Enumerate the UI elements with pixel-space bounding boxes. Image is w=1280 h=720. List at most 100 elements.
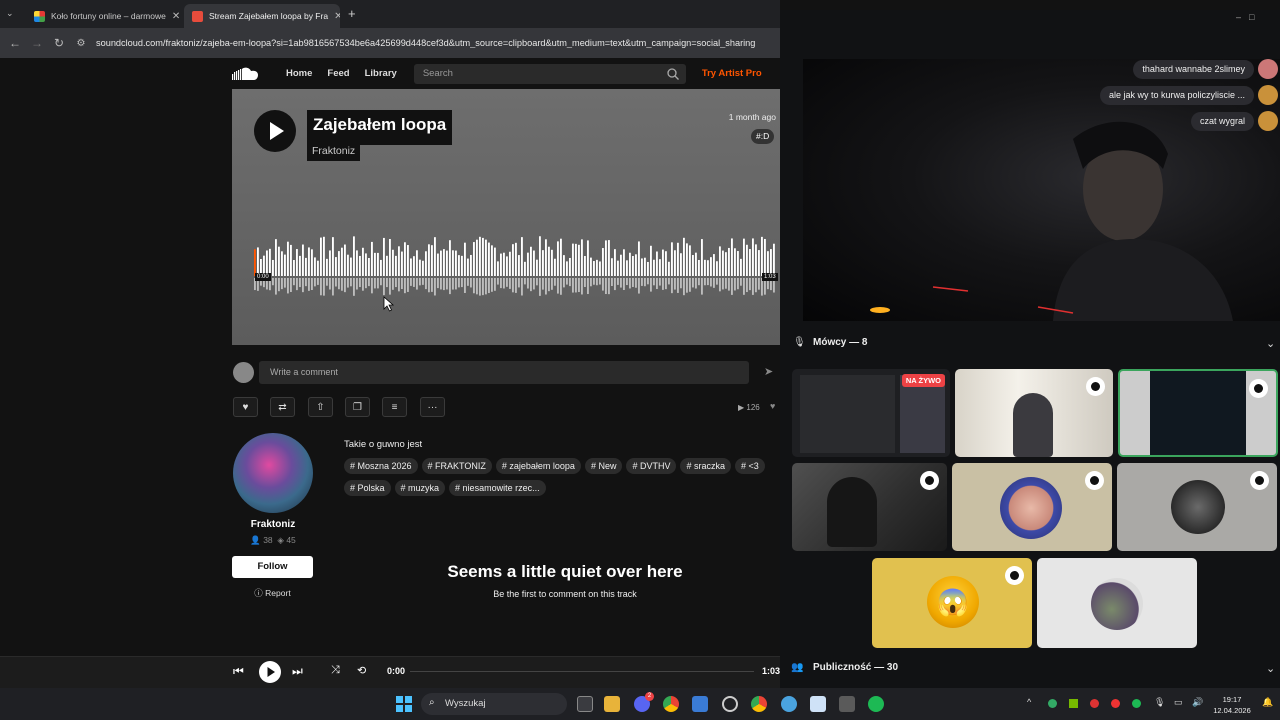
track-artist[interactable]: Fraktoniz (307, 143, 361, 161)
waveform-bar (350, 257, 352, 276)
tag-chip[interactable]: # DVTHV (626, 458, 677, 474)
tray-app-icon[interactable] (1048, 699, 1057, 708)
taskbar-search-input[interactable]: Wyszukaj (421, 693, 567, 715)
hero-tag[interactable]: #:D (751, 129, 775, 144)
waveform-bar (404, 242, 406, 276)
chevron-down-icon[interactable]: ⌄ (1266, 337, 1275, 350)
player-progress-bar[interactable] (410, 671, 754, 672)
network-icon[interactable]: ▭ (1174, 697, 1183, 708)
search-icon[interactable] (667, 67, 679, 80)
comment-input[interactable]: Write a comment (259, 361, 749, 384)
tag-chip[interactable]: # Polska (344, 480, 391, 496)
window-controls[interactable]: –□ (1236, 12, 1262, 22)
back-icon[interactable]: ← (4, 36, 26, 50)
clock[interactable]: 19:17 12.04.2026 (1207, 694, 1257, 716)
reload-icon[interactable]: ↻ (48, 36, 70, 50)
repost-button[interactable]: ⇄ (270, 397, 295, 417)
speaker-tile[interactable] (1117, 463, 1277, 551)
tab-list-chevron-icon[interactable]: ⌄ (6, 8, 14, 19)
artist-avatar[interactable] (233, 433, 313, 513)
waveform-bar (464, 242, 466, 276)
waveform-bar (725, 252, 727, 276)
calculator-icon[interactable] (839, 696, 855, 712)
waveform-bar (557, 241, 559, 276)
more-button[interactable]: ··· (420, 397, 445, 417)
speaker-tile[interactable] (1037, 558, 1197, 648)
nvidia-icon[interactable] (1069, 699, 1078, 708)
microphone-tray-icon[interactable]: 🎙 (1154, 697, 1165, 708)
previous-icon[interactable]: ⏮ (233, 664, 244, 679)
waveform-bar (392, 249, 394, 276)
new-tab-icon[interactable]: + (348, 6, 356, 21)
shuffle-icon[interactable]: ⤨ (331, 664, 340, 677)
site-info-icon[interactable]: ⚙ (70, 38, 92, 49)
tray-overflow-icon[interactable]: ^ (1027, 697, 1031, 707)
next-icon[interactable]: ⏭ (292, 664, 303, 679)
waveform-reflection-bar (494, 278, 496, 291)
tag-chip[interactable]: # <3 (735, 458, 765, 474)
share-button[interactable]: ⇧ (308, 397, 333, 417)
tag-chip[interactable]: # FRAKTONIZ (421, 458, 492, 474)
repeat-icon[interactable]: ⟲ (357, 664, 366, 677)
speaker-tile[interactable] (792, 463, 947, 551)
artist-name[interactable]: Fraktoniz (233, 519, 313, 530)
tag-chip[interactable]: # sraczka (680, 458, 731, 474)
tag-chip[interactable]: # New (584, 458, 623, 474)
add-to-playlist-button[interactable]: ≡ (382, 397, 407, 417)
start-windows-icon[interactable] (396, 696, 412, 712)
speaker-tile[interactable]: 😱 (872, 558, 1032, 648)
chrome-icon[interactable] (751, 696, 767, 712)
chevron-down-icon[interactable]: ⌄ (1266, 662, 1275, 675)
waveform-bar (305, 257, 307, 276)
task-view-icon[interactable] (577, 696, 593, 712)
speaker-tile[interactable] (955, 369, 1113, 457)
waveform-reflection-bar (410, 278, 412, 286)
close-tab-icon[interactable]: ✕ (166, 11, 180, 22)
tab-kolo-fortuny[interactable]: Koło fortuny online – darmowe ✕ (26, 4, 180, 28)
forward-icon[interactable]: → (26, 36, 48, 50)
tray-app-icon[interactable] (1111, 699, 1120, 708)
steam-icon[interactable] (722, 696, 738, 712)
nav-feed[interactable]: Feed (327, 68, 349, 79)
tab-soundcloud[interactable]: Stream Zajebałem loopa by Fra ✕ (184, 4, 340, 28)
waveform-bar (713, 254, 715, 276)
soundcloud-logo-icon[interactable] (232, 67, 264, 81)
spotify-tray-icon[interactable] (1132, 699, 1141, 708)
nav-home[interactable]: Home (286, 68, 312, 79)
play-button[interactable] (254, 110, 296, 152)
search-input[interactable]: Search (413, 63, 686, 84)
notifications-icon[interactable]: 🔔 (1262, 697, 1273, 708)
tag-chip[interactable]: # niesamowite rzec... (449, 480, 546, 496)
try-artist-pro-link[interactable]: Try Artist Pro (702, 68, 762, 79)
tray-app-icon[interactable] (1090, 699, 1099, 708)
follow-button[interactable]: Follow (232, 556, 313, 578)
speaker-tile[interactable] (952, 463, 1112, 551)
chrome-icon[interactable] (663, 696, 679, 712)
waveform[interactable] (254, 236, 776, 302)
send-comment-icon[interactable]: ➤ (764, 365, 773, 378)
app-icon[interactable] (692, 696, 708, 712)
copy-link-button[interactable]: ❐ (345, 397, 370, 417)
edge-icon[interactable] (781, 696, 797, 712)
notepad-icon[interactable] (810, 696, 826, 712)
waveform-bar (281, 251, 283, 276)
url-field[interactable]: soundcloud.com/fraktoniz/zajeba-em-loopa… (96, 38, 776, 48)
tag-chip[interactable]: # muzyka (394, 480, 446, 496)
waveform-bar (590, 257, 592, 276)
nav-library[interactable]: Library (365, 68, 397, 79)
waveform-reflection-bar (401, 278, 403, 289)
report-button[interactable]: ⓘ Report (232, 587, 313, 599)
stream-video[interactable]: thahard wannabe 2slimey ale jak wy to ku… (803, 59, 1280, 321)
followers-count[interactable]: 38 (263, 535, 272, 545)
tag-chip[interactable]: # Moszna 2026 (344, 458, 418, 474)
tracks-count[interactable]: 45 (286, 535, 295, 545)
speaker-tile-speaking[interactable] (1118, 369, 1278, 457)
player-play-button[interactable] (259, 661, 281, 683)
speaker-tile-stream[interactable]: NA ŻYWO (792, 369, 950, 457)
file-explorer-icon[interactable] (604, 696, 620, 712)
spotify-icon[interactable] (868, 696, 884, 712)
close-tab-icon[interactable]: ✕ (328, 11, 340, 22)
tag-chip[interactable]: # zajebałem loopa (495, 458, 581, 474)
like-button[interactable]: ♥ (233, 397, 258, 417)
volume-icon[interactable]: 🔊 (1192, 697, 1203, 708)
